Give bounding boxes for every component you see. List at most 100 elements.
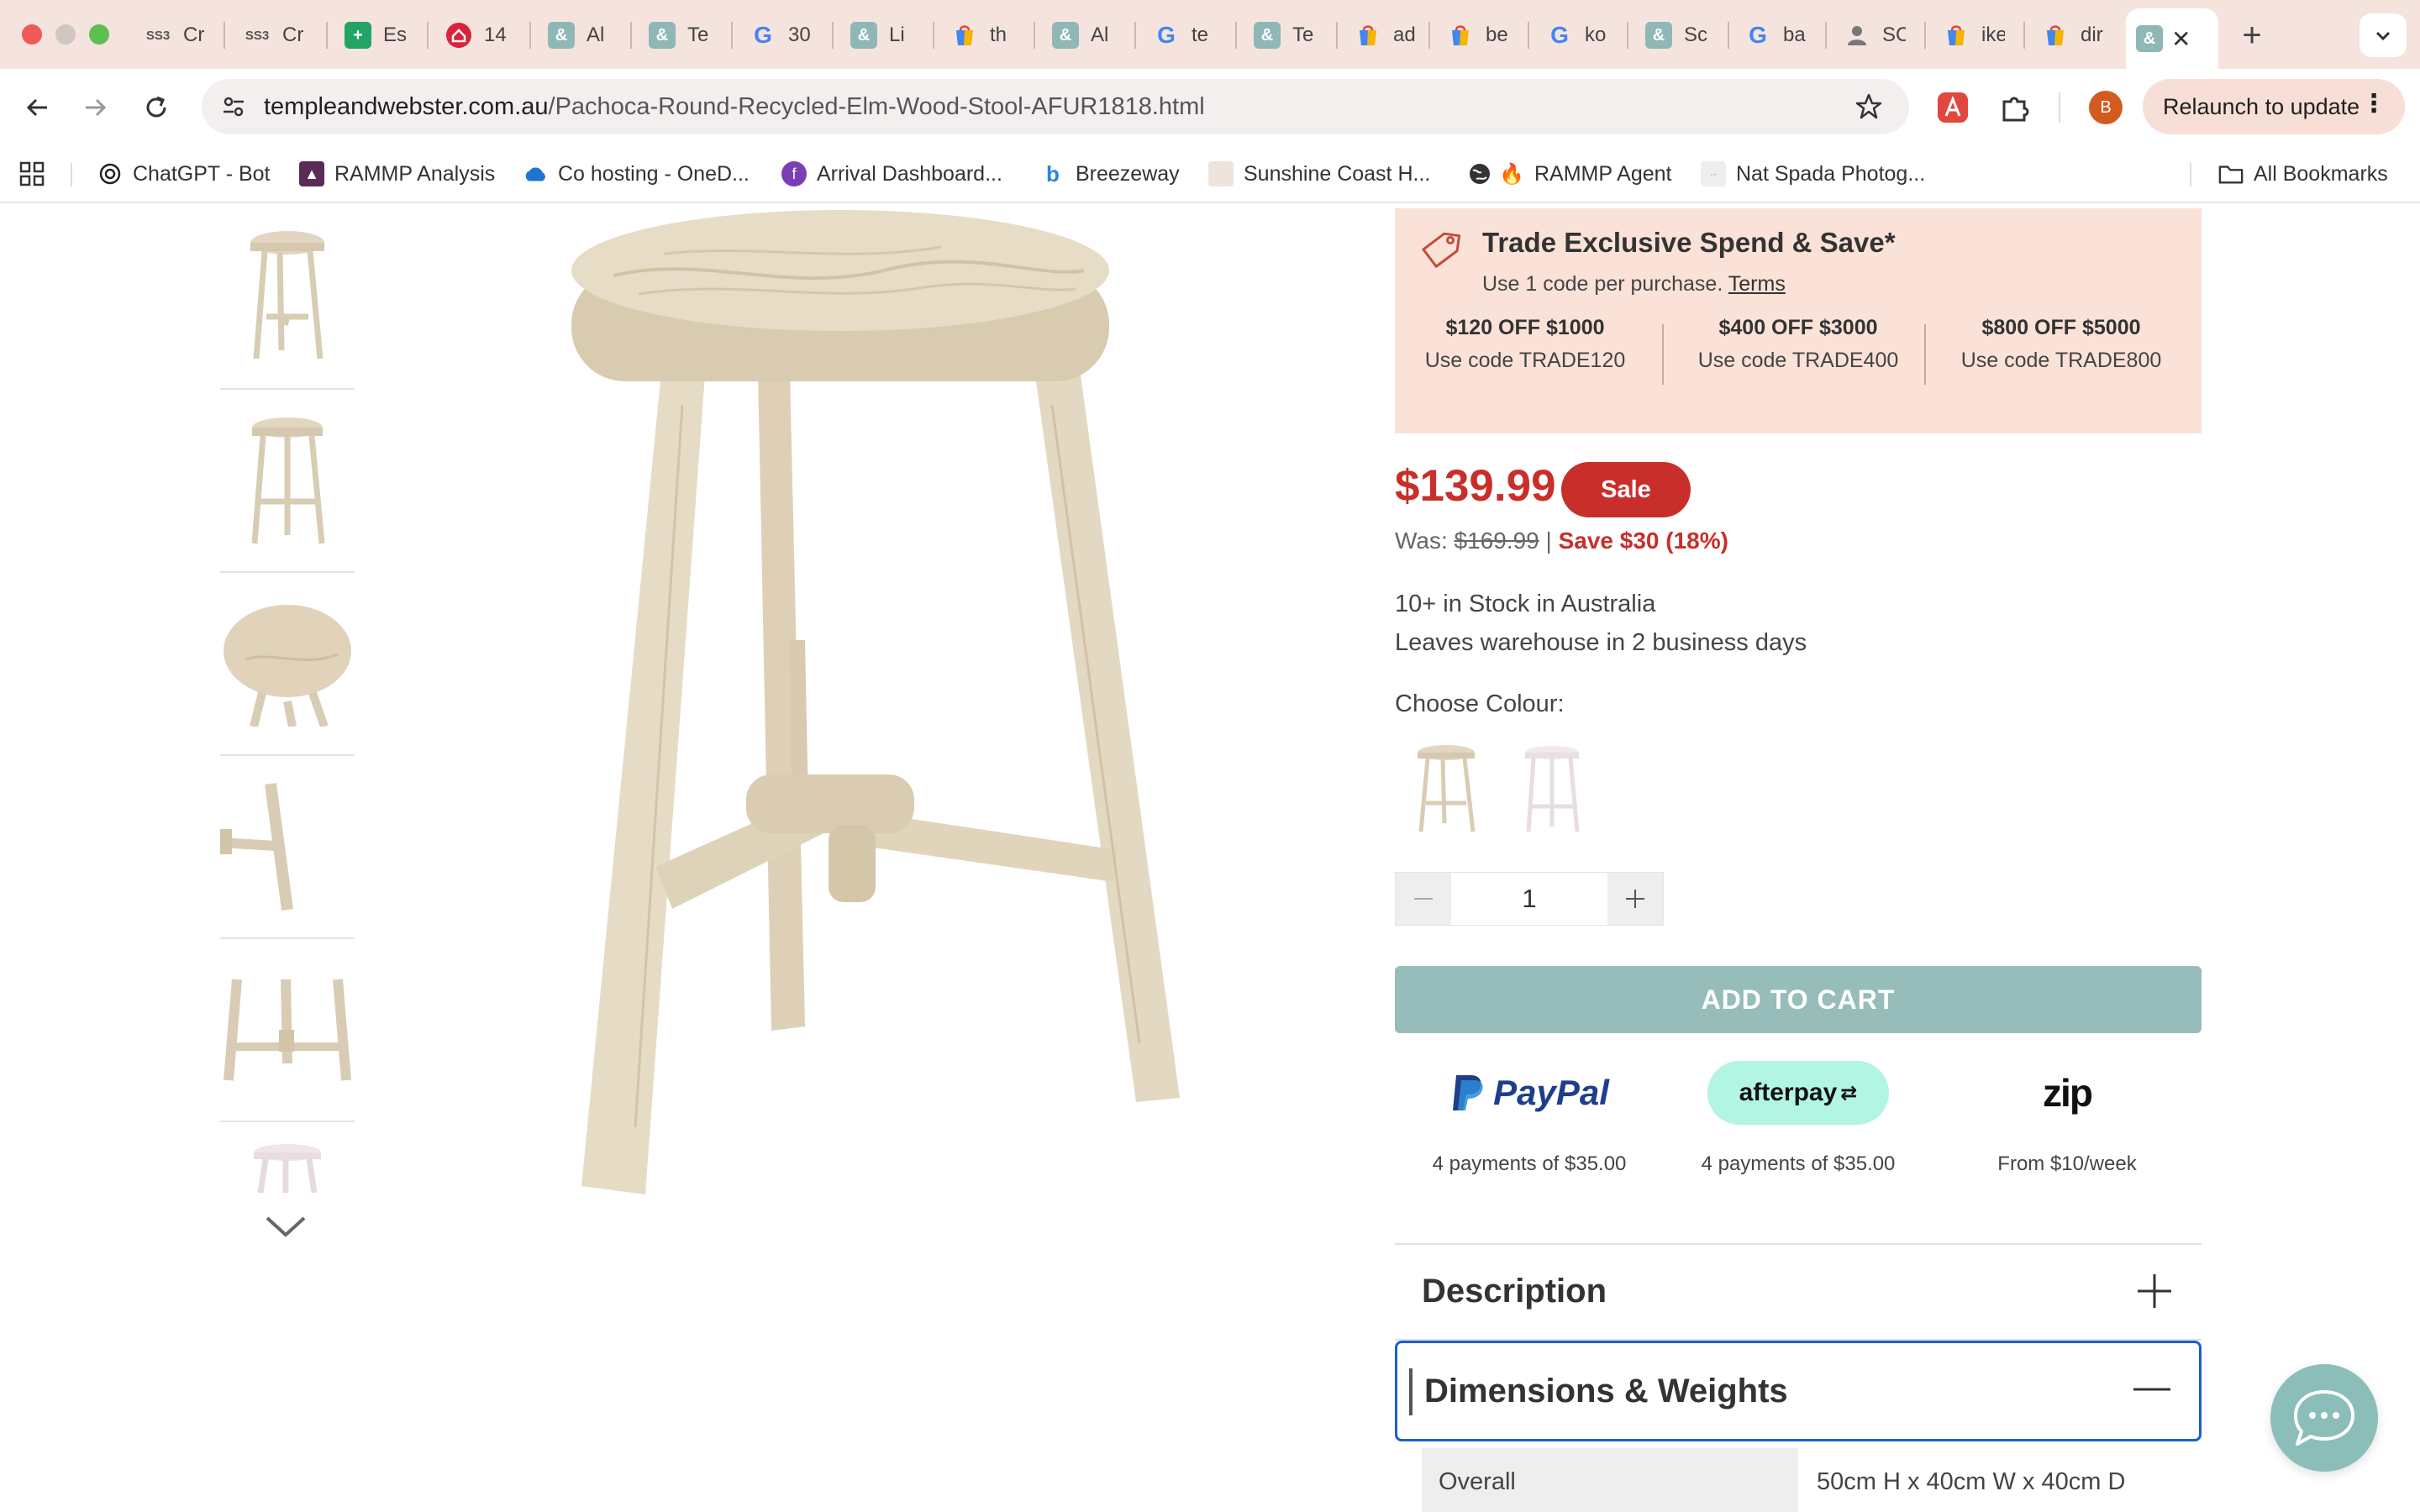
zip-wordmark: zip [2043,1071,2093,1115]
new-tab-button[interactable]: + [2232,15,2272,55]
arrow-right-icon [86,98,107,117]
colour-swatch-white[interactable] [1506,734,1598,843]
description-title: Description [1422,1272,1607,1310]
tab[interactable]: be [1437,12,1509,59]
zip-option[interactable]: zip From $10/week [1933,1058,2202,1176]
reload-button[interactable] [138,89,175,126]
address-bar[interactable]: templeandwebster.com.au/Pachoca-Round-Re… [202,79,1909,134]
url-text[interactable]: templeandwebster.com.au/Pachoca-Round-Re… [264,93,1205,121]
offer-amount: $120 OFF $1000 [1445,316,1605,339]
ss3-icon: SS3 [245,28,270,43]
tab[interactable]: & Li [840,12,913,59]
tab[interactable]: th [941,12,1013,59]
ampersand-icon: & [2136,25,2163,52]
bookmark-nat-spada[interactable]: ·· Nat Spada Photog... [1701,158,1925,190]
tab[interactable]: 14 [435,12,508,59]
tab[interactable]: G 30 [739,12,812,59]
chat-button[interactable] [2270,1364,2378,1472]
arrow-left-icon [26,98,47,117]
tab[interactable]: + Es [334,12,407,59]
tab[interactable]: SS3 Cr [134,12,207,59]
thumbnails-down-button[interactable] [260,1210,311,1243]
chevron-down-icon [266,1216,306,1237]
tab[interactable]: G ko [1536,12,1608,59]
stock-info: 10+ in Stock in Australia Leaves warehou… [1395,585,1807,662]
dimensions-table-row: Overall 50cm H x 40cm W x 40cm D [1422,1448,2175,1512]
google-icon: G [1749,22,1767,48]
bookmark-rammp-analysis[interactable]: ▲ RAMMP Analysis [299,158,495,190]
minus-icon [2133,1388,2170,1391]
all-bookmarks-label: All Bookmarks [2254,161,2388,186]
thumbnail-1[interactable] [220,203,355,390]
afterpay-option[interactable]: afterpay ⇄ 4 payments of $35.00 [1664,1058,1933,1176]
active-tab[interactable]: & ✕ [2126,8,2218,69]
window-maximize-button[interactable] [89,24,109,45]
relaunch-button[interactable]: Relaunch to update ⋮ [2143,79,2405,134]
tab[interactable]: & Te [639,12,711,59]
add-to-cart-button[interactable]: ADD TO CART [1395,966,2202,1033]
paypal-option[interactable]: PayPal 4 payments of $35.00 [1395,1058,1664,1176]
site-settings-icon[interactable] [215,88,252,125]
bookmark-onedrive[interactable]: Co hosting - OneD... [523,158,750,190]
back-button[interactable] [18,89,55,126]
main-product-image[interactable] [538,203,1210,1203]
tab[interactable]: SC [1833,12,1906,59]
bookmark-arrival-dashboard[interactable]: f Arrival Dashboard... [781,158,1002,190]
thumbnail-4[interactable] [220,756,355,939]
thumbnail-3[interactable] [220,573,355,756]
shop-icon [1447,22,1474,49]
tab-search-button[interactable] [2360,13,2407,57]
bookmark-breezeway[interactable]: b Breezeway [1040,158,1180,190]
close-tab-icon[interactable]: ✕ [2171,25,2191,53]
save-amount: Save $30 (18%) [1558,528,1728,554]
arrival-icon: f [781,161,807,186]
trade-promo-banner: Trade Exclusive Spend & Save* Use 1 code… [1395,208,2202,433]
bookmark-chatgpt[interactable]: ChatGPT - Bot [97,158,271,190]
forward-button[interactable] [77,89,114,126]
bookmark-label: Co hosting - OneD... [558,161,750,186]
tab[interactable]: G ba [1734,12,1807,59]
rammp-icon: ▲ [299,161,324,186]
colour-swatch-natural[interactable] [1400,734,1492,843]
terms-link[interactable]: Terms [1728,272,1786,296]
extensions-puzzle-icon[interactable] [1995,87,2035,128]
dimensions-accordion[interactable]: Dimensions & Weights [1395,1341,2202,1441]
quantity-increase-button[interactable] [1607,873,1663,925]
quantity-input[interactable]: 1 [1451,873,1607,925]
tab[interactable]: & Al [538,12,610,59]
apps-button[interactable] [18,158,45,190]
description-accordion[interactable]: Description [1395,1245,2202,1337]
tab[interactable]: SS3 Cr [234,12,306,59]
extension-a-icon[interactable] [1933,87,1973,128]
tab[interactable]: G te [1143,12,1215,59]
promo-subtitle-text: Use 1 code per purchase. [1482,272,1723,296]
bookmark-rammp-agent[interactable]: 🔥 RAMMP Agent [1467,158,1672,190]
quantity-decrease-button[interactable] [1396,873,1451,925]
profile-avatar[interactable]: B [2089,91,2123,124]
tab[interactable]: & Te [1244,12,1316,59]
tab[interactable]: ike [1933,12,2005,59]
sale-badge: Sale [1561,462,1691,517]
bookmark-sunshine-coast[interactable]: Sunshine Coast H... [1208,158,1430,190]
bookmark-label: Sunshine Coast H... [1244,161,1431,186]
more-menu-icon[interactable]: ⋮ [2361,91,2386,118]
ss3-icon: SS3 [145,28,171,43]
tab[interactable]: & Sc [1635,12,1707,59]
thumbnail-5[interactable] [220,939,355,1122]
all-bookmarks-button[interactable]: All Bookmarks [2218,158,2388,190]
tab-label: Es [383,24,407,46]
ampersand-icon: & [1052,22,1079,49]
tab[interactable]: ad [1344,12,1417,59]
offer-amount: $400 OFF $3000 [1718,316,1878,339]
window-minimize-button[interactable] [55,24,76,45]
thumbnail-2[interactable] [220,390,355,573]
window-close-button[interactable] [22,24,42,45]
tab[interactable]: & Al [1042,12,1114,59]
bookmark-star-icon[interactable] [1852,90,1886,123]
thumbnail-6[interactable] [220,1122,355,1210]
zip-logo: zip [1933,1058,2202,1127]
bookmark-label: Breezeway [1076,161,1180,186]
tab[interactable]: dir [2032,12,2104,59]
tab-label: ike [1981,24,2005,46]
dispatch-info: Leaves warehouse in 2 business days [1395,629,1807,656]
